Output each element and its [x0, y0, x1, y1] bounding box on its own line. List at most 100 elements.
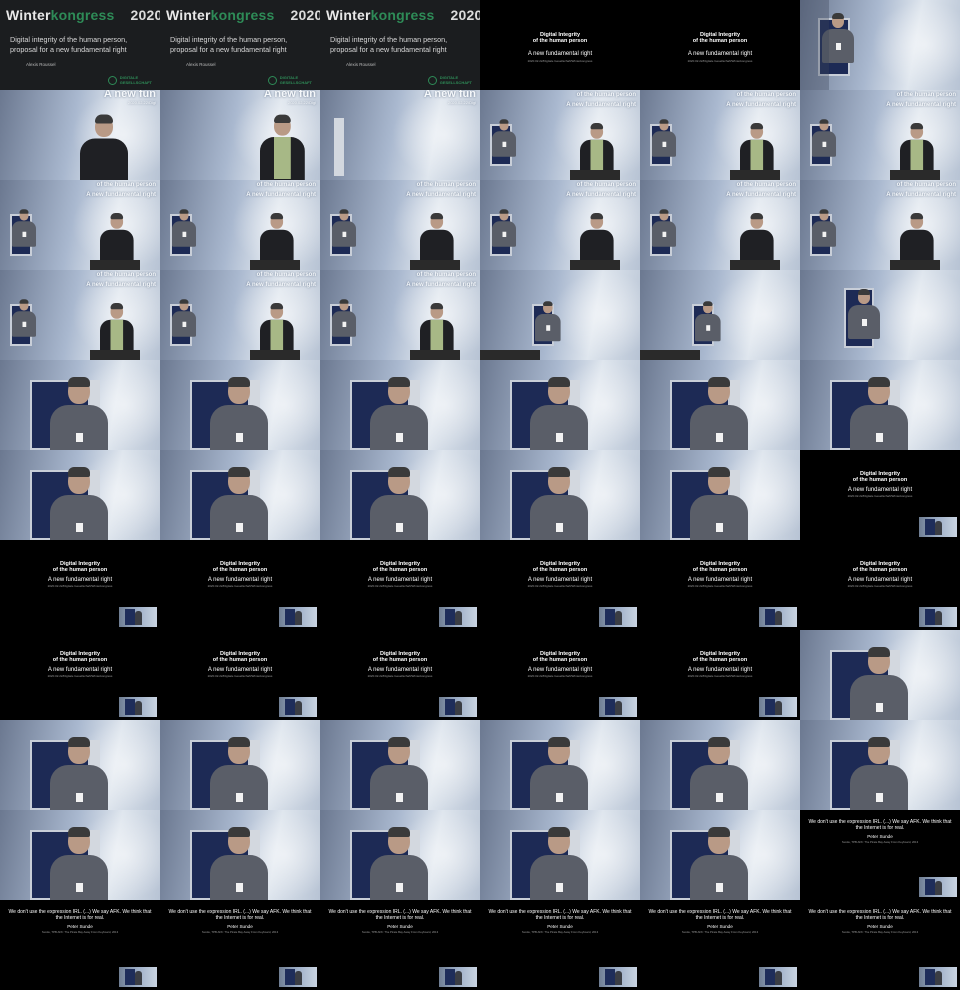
speaker-figure: [530, 737, 588, 810]
slide-title: Digital Integrity of the human person: [852, 561, 908, 573]
screen-text: A new fundamental right: [726, 102, 796, 108]
slide-subtitle: A new fundamental right: [207, 667, 273, 673]
wall-light: [552, 270, 640, 360]
speaker-inset-video: [439, 697, 477, 717]
logo-mark-icon: [107, 76, 117, 85]
presenter-table: [250, 260, 300, 270]
slide-title: Digital Integrity of the human person: [372, 561, 428, 573]
screen-text: of the human person: [576, 92, 636, 98]
screen-text: A new fundamental right: [406, 282, 476, 288]
slide-footer: 2020.02.22/Digitale Gesellschaft/Winterk…: [207, 584, 273, 588]
slide-frame: Digital Integrity of the human person A n…: [480, 0, 640, 90]
presenter-table: [90, 350, 140, 360]
slide-subtitle: A new fundamental right: [687, 667, 753, 673]
slide-frame-with-pip: Digital Integrity of the human person A n…: [480, 630, 640, 720]
quote-source: Sunde, TPB AFK: The Pirate Bay Away From…: [841, 930, 919, 934]
backdrop-panel: [334, 118, 344, 176]
screen-text: of the human person: [416, 182, 476, 188]
slide-footer: 2020.02.22/Digitale Gesellschaft/Winterk…: [367, 674, 433, 678]
video-frame: [800, 630, 960, 720]
video-frame: of the human person A new fundamental rig…: [160, 180, 320, 270]
video-frame: [640, 720, 800, 810]
speaker-figure: [580, 212, 614, 266]
speaker-name: Alexis Roussel: [346, 62, 376, 67]
speaker-figure: [740, 212, 774, 266]
speaker-inset-video: [599, 967, 637, 987]
slide-title: Digital Integrity of the human person: [52, 561, 108, 573]
video-frame: [160, 810, 320, 900]
video-frame: A new fun 2020.02.22/Digi: [0, 90, 160, 180]
speaker-figure: [900, 212, 934, 266]
quote-text: We don't use the expression IRL. (...) W…: [328, 909, 472, 921]
speaker-figure: [740, 122, 774, 176]
screen-text: 2020.02.22/Digi: [447, 100, 476, 105]
slide-frame-with-pip: Digital Integrity of the human person A n…: [0, 540, 160, 630]
slide-footer: 2020.02.22/Digitale Gesellschaft/Winterk…: [47, 674, 113, 678]
speaker-figure: [80, 114, 128, 180]
presenter-table: [480, 350, 540, 360]
speaker-figure: [370, 737, 428, 810]
speaker-inset-video: [279, 697, 317, 717]
speaker-figure: [812, 119, 836, 157]
speaker-inset-video: [759, 697, 797, 717]
speaker-inset-video: [279, 967, 317, 987]
speaker-figure: [695, 301, 721, 342]
speaker-inset-video: [599, 697, 637, 717]
presenter-table: [730, 170, 780, 180]
slide-title: Digital Integrity of the human person: [692, 32, 748, 44]
presenter-table: [570, 260, 620, 270]
quote-slide-frame: We don't use the expression IRL. (...) W…: [160, 900, 320, 990]
video-frame: A new fun 2020.02.22/Digi: [320, 90, 480, 180]
quote-source: Sunde, TPB AFK: The Pirate Bay Away From…: [41, 930, 119, 934]
video-frame: of the human person A new fundamental rig…: [640, 180, 800, 270]
title-card-frame: Winterkongress 2020 Digital integrity of …: [320, 0, 480, 90]
slide-subtitle: A new fundamental right: [847, 577, 913, 583]
quote-attribution: Peter Sunde: [547, 924, 573, 929]
slide-frame-with-pip: Digital Integrity of the human person A n…: [0, 630, 160, 720]
screen-text: A new fun: [423, 90, 476, 100]
quote-text: We don't use the expression IRL. (...) W…: [488, 909, 632, 921]
speaker-figure: [50, 737, 108, 810]
video-frame: of the human person A new fundamental rig…: [320, 270, 480, 360]
speaker-figure: [100, 212, 134, 266]
speaker-figure: [100, 302, 134, 356]
video-frame: of the human person A new fundamental rig…: [160, 270, 320, 360]
speaker-figure: [172, 299, 196, 337]
speaker-figure: [850, 647, 908, 720]
talk-title-line1: Digital integrity of the human person,: [170, 35, 288, 44]
speaker-figure: [850, 737, 908, 810]
presenter-table: [250, 350, 300, 360]
quote-text: We don't use the expression IRL. (...) W…: [8, 909, 152, 921]
slide-subtitle: A new fundamental right: [47, 577, 113, 583]
slide-subtitle: A new fundamental right: [847, 487, 913, 493]
quote-attribution: Peter Sunde: [867, 834, 893, 839]
quote-source: Sunde, TPB AFK: The Pirate Bay Away From…: [361, 930, 439, 934]
speaker-inset-video: [759, 967, 797, 987]
presenter-table: [90, 260, 140, 270]
slide-footer: 2020.02.22/Digitale Gesellschaft/Winterk…: [527, 674, 593, 678]
screen-text: A new fundamental right: [246, 282, 316, 288]
quote-slide-frame: We don't use the expression IRL. (...) W…: [0, 900, 160, 990]
speaker-figure: [420, 302, 454, 356]
slide-frame-with-pip: Digital Integrity of the human person A n…: [480, 540, 640, 630]
video-frame: of the human person A new fundamental rig…: [0, 180, 160, 270]
slide-footer: 2020.02.22/Digitale Gesellschaft/Winterk…: [687, 584, 753, 588]
speaker-inset-video: [759, 607, 797, 627]
talk-title-line2: proposal for a new fundamental right: [330, 45, 447, 54]
video-frame: [640, 360, 800, 450]
speaker-inset-video: [439, 967, 477, 987]
screen-text: of the human person: [416, 272, 476, 278]
contact-sheet-grid: Winterkongress 2020 Digital integrity of …: [0, 0, 960, 990]
quote-attribution: Peter Sunde: [387, 924, 413, 929]
quote-attribution: Peter Sunde: [707, 924, 733, 929]
video-frame: [0, 810, 160, 900]
speaker-name: Alexis Roussel: [186, 62, 216, 67]
speaker-inset-video: [599, 607, 637, 627]
slide-title: Digital Integrity of the human person: [532, 32, 588, 44]
speaker-figure: [420, 212, 454, 266]
video-frame: of the human person A new fundamental rig…: [0, 270, 160, 360]
speaker-inset-video: [279, 607, 317, 627]
slide-frame-with-pip: Digital Integrity of the human person A n…: [800, 540, 960, 630]
speaker-figure: [900, 122, 934, 176]
slide-title: Digital Integrity of the human person: [852, 471, 908, 483]
